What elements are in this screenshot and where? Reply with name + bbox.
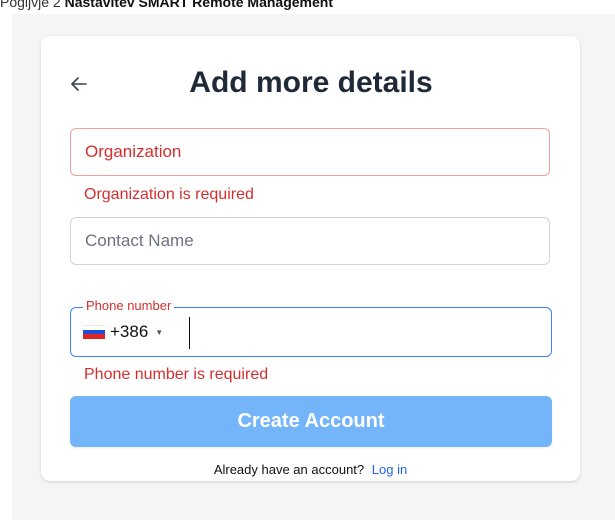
create-account-button[interactable]: Create Account <box>70 396 552 447</box>
phone-error: Phone number is required <box>84 366 269 383</box>
slovenia-flag-icon <box>83 325 105 339</box>
login-link[interactable]: Log in <box>372 462 407 477</box>
arrow-left-icon <box>71 77 87 91</box>
back-button[interactable] <box>67 72 91 96</box>
caret-down-icon: ▼ <box>155 327 164 337</box>
organization-error: Organization is required <box>84 186 254 203</box>
details-card: Add more details Organization is require… <box>41 36 580 481</box>
phone-label: Phone number <box>83 298 175 314</box>
organization-input[interactable] <box>71 129 549 175</box>
contact-name-input[interactable] <box>71 218 549 264</box>
contact-name-field[interactable] <box>70 217 550 265</box>
country-code-selector[interactable]: +386 ▼ <box>83 321 163 343</box>
login-prompt-text: Already have an account? <box>213 462 365 477</box>
phone-field[interactable]: Phone number +386 ▼ <box>70 298 552 357</box>
caption-strong: Nastavitev SMART Remote Management <box>64 0 333 10</box>
caption-prefix: Pogljvje 2 <box>0 0 65 10</box>
phone-input[interactable] <box>189 317 540 349</box>
page-title: Add more details <box>189 66 433 99</box>
login-prompt: Already have an account? Log in <box>41 462 580 477</box>
page-caption: Pogljvje 2 Nastavitev SMART Remote Manag… <box>0 0 615 14</box>
organization-field[interactable] <box>70 128 550 176</box>
dial-code: +386 <box>110 322 149 341</box>
